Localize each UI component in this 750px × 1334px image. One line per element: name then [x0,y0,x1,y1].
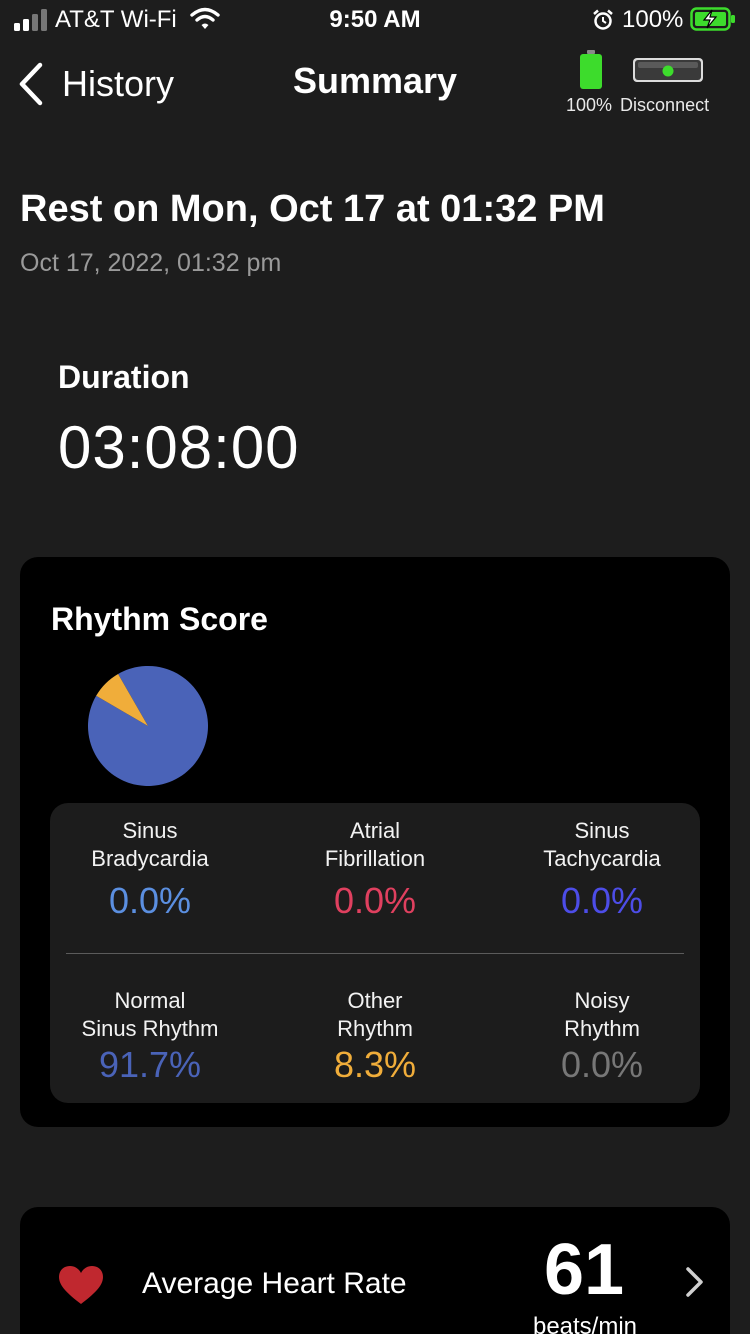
stat-value: 0.0% [560,1044,644,1085]
average-heart-rate-card[interactable]: Average Heart Rate 61 beats/min [20,1207,730,1334]
device-status-row: 100% Disconnect [566,95,709,116]
device-battery-icon [580,50,602,89]
stat-label: Rhythm [564,1016,640,1041]
stat-label: Sinus Rhythm [81,1016,219,1041]
heart-rate-label: Average Heart Rate [142,1267,407,1300]
session-date: Oct 17, 2022, 01:32 pm [20,249,282,277]
alarm-clock-icon [593,9,613,30]
stat-label: Sinus [574,818,630,843]
stat-value: 0.0% [333,880,417,921]
status-bar: AT&T Wi-Fi 9:50 AM 100% [0,0,750,40]
stat-label: Tachycardia [543,846,661,871]
stat-label: Fibrillation [324,846,426,871]
stat-label: Noisy [574,988,630,1013]
stat-sinus-bradycardia: Sinus Bradycardia 0.0% [50,817,250,923]
stat-label: Bradycardia [91,846,209,871]
rhythm-score-card: Rhythm Score Sinus Bradycardia 0.0% Atri… [20,557,730,1127]
heart-rate-value: 61 [543,1230,625,1310]
summary-screen: AT&T Wi-Fi 9:50 AM 100% History Summary [0,0,750,1334]
stat-value: 0.0% [560,880,644,921]
stat-label: Normal [114,988,186,1013]
stat-label: Sinus [122,818,178,843]
stat-value: 8.3% [333,1044,417,1085]
stat-noisy-rhythm: Noisy Rhythm 0.0% [502,987,702,1087]
device-connection-icon[interactable] [632,56,704,84]
heart-rate-unit: beats/min [532,1313,638,1334]
battery-charging-icon [690,7,735,31]
stat-other-rhythm: Other Rhythm 8.3% [275,987,475,1087]
heart-icon [59,1266,103,1304]
duration-value: 03:08:00 [58,414,300,481]
stat-sinus-tachycardia: Sinus Tachycardia 0.0% [502,817,702,923]
chevron-right-icon [686,1267,703,1297]
disconnect-button[interactable]: Disconnect [620,95,709,115]
stat-value: 91.7% [98,1044,202,1085]
device-battery-percent: 100% [566,95,613,115]
stats-divider [66,953,684,954]
rhythm-score-title: Rhythm Score [51,601,268,637]
rhythm-pie-chart [88,666,208,786]
stat-value: 0.0% [108,880,192,921]
stat-normal-sinus-rhythm: Normal Sinus Rhythm 91.7% [50,987,250,1087]
stat-label: Atrial [349,818,401,843]
session-title: Rest on Mon, Oct 17 at 01:32 PM [20,188,605,230]
rhythm-stats-panel: Sinus Bradycardia 0.0% Atrial Fibrillati… [50,803,700,1103]
stat-label: Rhythm [337,1016,413,1041]
status-battery-percent: 100% [622,6,684,33]
stat-atrial-fibrillation: Atrial Fibrillation 0.0% [275,817,475,923]
duration-label: Duration [58,359,190,395]
stat-label: Other [347,988,403,1013]
